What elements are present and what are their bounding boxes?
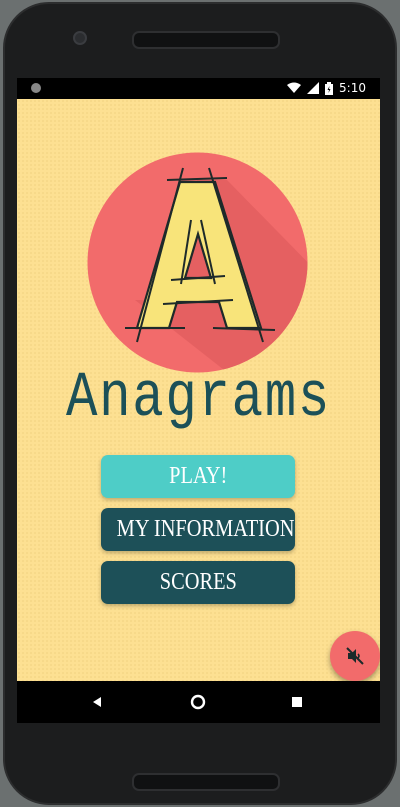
- app-main: Anagrams PLAY! MY INFORMATION SCORES: [17, 99, 380, 681]
- recents-button[interactable]: [287, 692, 307, 712]
- status-bar: 5:10: [17, 78, 380, 99]
- wifi-icon: [287, 82, 302, 93]
- app-title: Anagrams: [65, 363, 332, 435]
- bottom-speaker: [132, 773, 280, 791]
- status-time: 5:10: [339, 81, 366, 95]
- recents-icon: [292, 697, 302, 707]
- status-icons: 5:10: [287, 81, 366, 95]
- my-information-button[interactable]: MY INFORMATION: [101, 508, 295, 551]
- my-information-button-label: MY INFORMATION: [116, 516, 295, 542]
- home-icon: [190, 694, 206, 710]
- logo-graphic: [87, 152, 308, 373]
- play-button[interactable]: PLAY!: [101, 455, 295, 498]
- app-logo: [85, 150, 310, 375]
- home-button[interactable]: [188, 692, 208, 712]
- scores-button-label: SCORES: [159, 569, 237, 595]
- screen: 5:10 Anagrams PLAY! MY INFORMATION SCORE…: [17, 78, 380, 723]
- volume-off-icon: [346, 647, 364, 665]
- back-button[interactable]: [87, 692, 107, 712]
- scores-button[interactable]: SCORES: [101, 561, 295, 604]
- play-button-label: PLAY!: [168, 463, 228, 489]
- battery-icon: [325, 81, 334, 95]
- device-frame: 5:10 Anagrams PLAY! MY INFORMATION SCORE…: [0, 0, 400, 807]
- top-speaker: [132, 31, 280, 49]
- notification-icon: [31, 83, 41, 93]
- front-camera: [73, 31, 87, 45]
- mute-toggle-button[interactable]: [330, 631, 380, 681]
- back-icon: [93, 697, 101, 707]
- signal-icon: [307, 82, 320, 94]
- navigation-bar: [17, 681, 380, 723]
